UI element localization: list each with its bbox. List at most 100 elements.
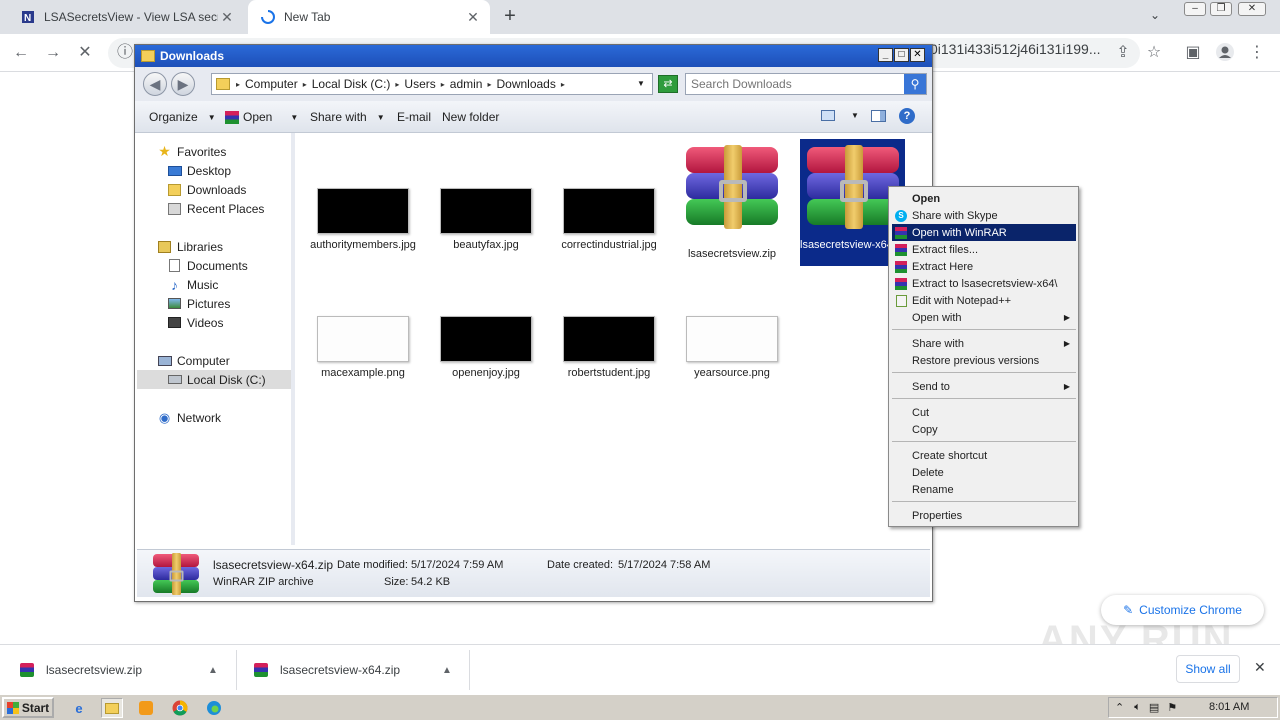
file-item[interactable]: macexample.png	[308, 316, 418, 380]
organize-button[interactable]: Organize ▼	[149, 110, 216, 124]
nav-network[interactable]: ◉ Network	[157, 408, 221, 427]
nav-downloads[interactable]: Downloads	[167, 180, 246, 199]
breadcrumb-separator-icon[interactable]: ▸	[393, 80, 401, 89]
menu-item-restore-previous[interactable]: Restore previous versions	[892, 352, 1076, 369]
file-item[interactable]: correctindustrial.jpg	[554, 188, 664, 252]
share-icon[interactable]: ⇪	[1112, 42, 1134, 64]
breadcrumb-separator-icon[interactable]: ▸	[234, 80, 242, 89]
back-arrow-icon[interactable]: ←	[10, 42, 32, 64]
download-item[interactable]: lsasecretsview.zip ▲	[20, 655, 220, 685]
volume-icon[interactable]: 🔈︎	[1134, 701, 1141, 714]
tab-new-tab[interactable]: New Tab ✕	[248, 0, 490, 34]
network-tray-icon[interactable]: ▤	[1149, 701, 1159, 714]
file-item[interactable]: robertstudent.jpg	[554, 316, 664, 380]
breadcrumb-local-disk[interactable]: Local Disk (C:)	[309, 77, 394, 91]
flag-icon[interactable]: ⚑	[1167, 701, 1177, 714]
address-dropdown-icon[interactable]: ▼	[637, 79, 645, 88]
menu-item-share-with[interactable]: Share with ▶	[892, 335, 1076, 352]
chrome-icon[interactable]	[169, 698, 191, 718]
forward-arrow-icon[interactable]: ▶	[171, 72, 195, 96]
nav-recent-places[interactable]: Recent Places	[167, 199, 264, 218]
change-view-icon[interactable]: ▼	[821, 110, 859, 121]
refresh-icon[interactable]: ⇄	[658, 75, 678, 93]
breadcrumb-separator-icon[interactable]: ▸	[485, 80, 493, 89]
explorer-taskbar-icon[interactable]	[101, 698, 123, 718]
file-item[interactable]: yearsource.png	[677, 316, 787, 380]
tab-search-chevron-icon[interactable]: ⌄	[1150, 8, 1160, 22]
share-with-button[interactable]: Share with ▼	[310, 110, 385, 124]
search-input[interactable]	[686, 74, 896, 94]
menu-item-open[interactable]: Open	[892, 190, 1076, 207]
file-item[interactable]: openenjoy.jpg	[431, 316, 541, 380]
menu-item-extract-to[interactable]: Extract to lsasecretsview-x64\	[892, 275, 1076, 292]
preview-pane-icon[interactable]	[871, 110, 886, 122]
tray-expand-icon[interactable]: ⌃	[1115, 701, 1124, 714]
stop-loading-icon[interactable]: ✕	[74, 42, 96, 64]
menu-item-edit-notepad[interactable]: Edit with Notepad++	[892, 292, 1076, 309]
customize-chrome-button[interactable]: ✎ Customize Chrome	[1101, 595, 1264, 625]
help-icon[interactable]: ?	[899, 108, 915, 124]
start-button[interactable]: Start	[2, 697, 54, 718]
nav-computer[interactable]: Computer	[157, 351, 230, 370]
new-folder-button[interactable]: New folder	[442, 110, 499, 124]
menu-item-send-to[interactable]: Send to ▶	[892, 378, 1076, 395]
file-item[interactable]: lsasecretsview.zip	[677, 145, 787, 261]
menu-item-copy[interactable]: Copy	[892, 421, 1076, 438]
forward-arrow-icon[interactable]: →	[42, 42, 64, 64]
menu-item-cut[interactable]: Cut	[892, 404, 1076, 421]
menu-item-rename[interactable]: Rename	[892, 481, 1076, 498]
menu-item-extract-here[interactable]: Extract Here	[892, 258, 1076, 275]
download-item[interactable]: lsasecretsview-x64.zip ▲	[254, 655, 454, 685]
menu-item-properties[interactable]: Properties	[892, 507, 1076, 524]
menu-kebab-icon[interactable]: ⋮	[1246, 42, 1268, 64]
file-item[interactable]: authoritymembers.jpg	[308, 188, 418, 252]
new-tab-button[interactable]: +	[498, 5, 522, 29]
search-box[interactable]: ⚲	[685, 73, 927, 95]
close-window-button[interactable]: ✕	[1238, 2, 1266, 16]
minimize-button[interactable]: _	[878, 48, 893, 62]
show-all-button[interactable]: Show all	[1176, 655, 1240, 683]
tab-lsasecretsview[interactable]: N LSASecretsView - View LSA secrets s ✕	[8, 0, 244, 34]
close-icon[interactable]: ✕	[1254, 659, 1266, 676]
menu-item-share-skype[interactable]: S Share with Skype	[892, 207, 1076, 224]
tab-close-icon[interactable]: ✕	[464, 9, 482, 26]
dropdown-arrow-icon[interactable]: ▼	[290, 113, 298, 122]
breadcrumb-admin[interactable]: admin	[447, 77, 486, 91]
nav-music[interactable]: ♪ Music	[167, 275, 218, 294]
menu-item-extract-files[interactable]: Extract files...	[892, 241, 1076, 258]
back-arrow-icon[interactable]: ◀	[143, 72, 167, 96]
breadcrumb-downloads[interactable]: Downloads	[493, 77, 558, 91]
site-info-icon[interactable]: ⓘ	[114, 42, 136, 64]
menu-item-open-winrar[interactable]: Open with WinRAR	[892, 224, 1076, 241]
menu-item-delete[interactable]: Delete	[892, 464, 1076, 481]
open-button[interactable]: Open ▼	[225, 110, 298, 124]
nav-favorites[interactable]: ★ Favorites	[157, 142, 226, 161]
nav-pictures[interactable]: Pictures	[167, 294, 230, 313]
nav-libraries[interactable]: Libraries	[157, 237, 223, 256]
nav-local-disk[interactable]: Local Disk (C:)	[137, 370, 291, 389]
menu-item-open-with[interactable]: Open with ▶	[892, 309, 1076, 326]
breadcrumb-separator-icon[interactable]: ▸	[301, 80, 309, 89]
side-panel-icon[interactable]: ▣	[1182, 42, 1204, 64]
chevron-up-icon[interactable]: ▲	[208, 665, 218, 676]
edge-icon[interactable]	[203, 698, 225, 718]
explorer-titlebar[interactable]: Downloads _ □ ✕	[135, 45, 932, 67]
breadcrumb-computer[interactable]: Computer	[242, 77, 301, 91]
breadcrumb-separator-icon[interactable]: ▸	[559, 80, 567, 89]
maximize-button[interactable]: □	[894, 48, 909, 62]
minimize-window-button[interactable]: –	[1184, 2, 1206, 16]
breadcrumb-users[interactable]: Users	[401, 77, 438, 91]
chevron-up-icon[interactable]: ▲	[442, 665, 452, 676]
bookmark-star-icon[interactable]: ☆	[1143, 42, 1165, 64]
nav-desktop[interactable]: Desktop	[167, 161, 231, 180]
email-button[interactable]: E-mail	[397, 110, 431, 124]
internet-explorer-icon[interactable]: e	[68, 698, 90, 718]
menu-item-create-shortcut[interactable]: Create shortcut	[892, 447, 1076, 464]
search-icon[interactable]: ⚲	[904, 74, 926, 94]
breadcrumb[interactable]: ▸ Computer ▸ Local Disk (C:) ▸ Users ▸ a…	[211, 73, 653, 95]
profile-avatar-icon[interactable]	[1214, 42, 1236, 64]
media-player-icon[interactable]	[135, 698, 157, 718]
nav-documents[interactable]: Documents	[167, 256, 248, 275]
restore-window-button[interactable]: ❐	[1210, 2, 1232, 16]
close-button[interactable]: ✕	[910, 48, 925, 62]
